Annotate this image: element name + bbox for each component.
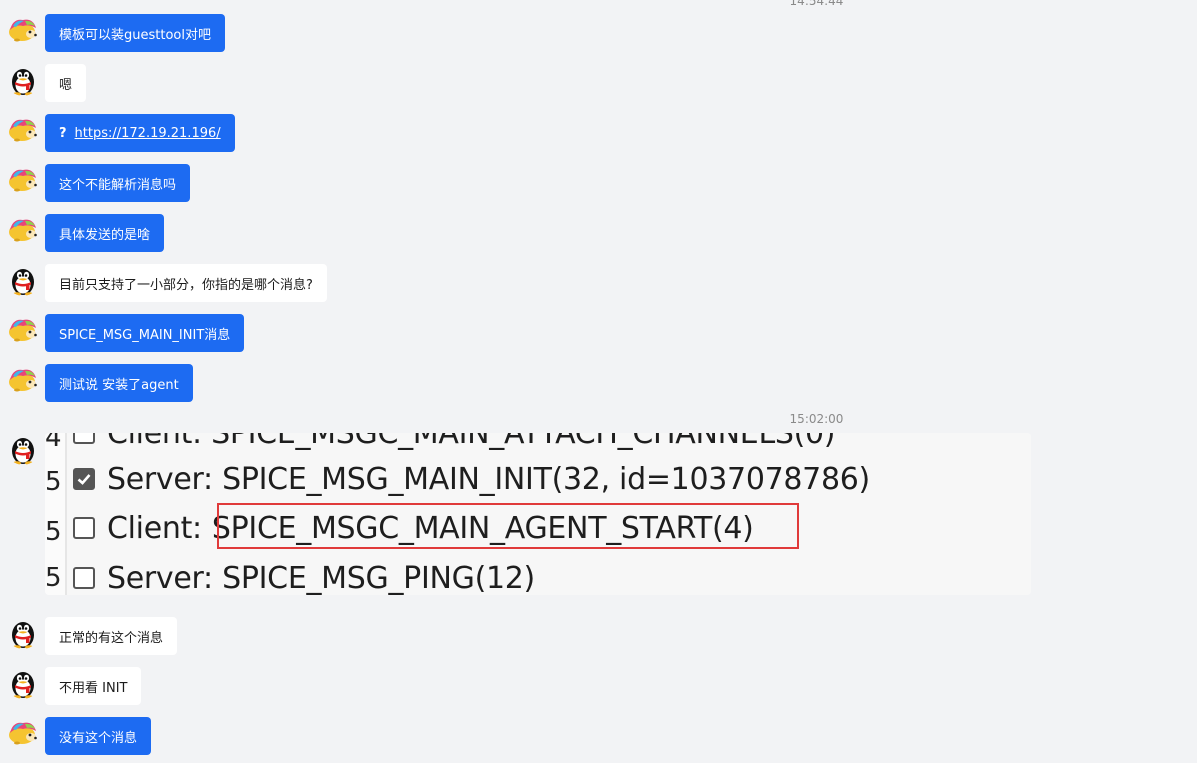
message-link[interactable]: https://172.19.21.196/: [75, 126, 221, 141]
penguin-avatar-icon[interactable]: [7, 667, 39, 699]
gutter-digit: 5: [45, 517, 62, 547]
hedgehog-avatar-icon[interactable]: [7, 164, 39, 196]
chat-history[interactable]: 14:54:44 模板可以装guesttool对吧 嗯 ? https://17…: [0, 0, 1197, 763]
line-number-gutter: 4 5 5 5: [45, 433, 65, 595]
timestamp: 14:54:44: [789, 0, 844, 8]
penguin-avatar-icon[interactable]: [7, 617, 39, 649]
message-bubble: ? https://172.19.21.196/: [45, 114, 235, 152]
log-line-label: Client:: [107, 510, 202, 546]
timestamp: 15:02:00: [789, 412, 844, 426]
screenshot-image[interactable]: 4 5 5 5 Client: SPICE_MSGC_MAIN_ATTACH_C…: [45, 433, 1031, 595]
message-bubble: 测试说 安装了agent: [45, 364, 193, 402]
message-bubble: 具体发送的是啥: [45, 214, 165, 252]
message-bubble: 正常的有这个消息: [45, 617, 178, 655]
gutter-digit: 5: [45, 467, 62, 497]
log-line: Client: SPICE_MSGC_MAIN_ATTACH_CHANNELS(…: [73, 433, 836, 453]
penguin-avatar-icon[interactable]: [7, 64, 39, 96]
checkbox-unchecked-icon: [73, 567, 95, 589]
hedgehog-avatar-icon[interactable]: [7, 717, 39, 749]
checkbox-checked-icon: [73, 468, 95, 490]
hedgehog-avatar-icon[interactable]: [7, 364, 39, 396]
message-bubble: 没有这个消息: [45, 717, 152, 755]
log-line: Server: SPICE_MSG_PING(12): [73, 558, 535, 595]
hedgehog-avatar-icon[interactable]: [7, 14, 39, 46]
log-panel: Client: SPICE_MSGC_MAIN_ATTACH_CHANNELS(…: [65, 433, 1031, 595]
penguin-avatar-icon[interactable]: [7, 264, 39, 296]
log-line-text: Client: SPICE_MSGC_MAIN_ATTACH_CHANNELS(…: [107, 433, 836, 451]
highlight-box: [217, 503, 799, 549]
message-bubble: 模板可以装guesttool对吧: [45, 14, 225, 52]
penguin-avatar-icon[interactable]: [7, 433, 39, 465]
message-bubble: 目前只支持了一小部分，你指的是哪个消息?: [45, 264, 327, 302]
checkbox-unchecked-icon: [73, 433, 95, 444]
message-bubble: 嗯: [45, 64, 87, 102]
hedgehog-avatar-icon[interactable]: [7, 114, 39, 146]
checkbox-unchecked-icon: [73, 517, 95, 539]
message-bubble: SPICE_MSG_MAIN_INIT消息: [45, 314, 245, 352]
gutter-digit: 4: [45, 433, 62, 453]
message-prefix: ?: [59, 125, 67, 141]
message-bubble: 这个不能解析消息吗: [45, 164, 191, 202]
log-line-text: Server: SPICE_MSG_PING(12): [107, 560, 535, 596]
gutter-digit: 5: [45, 563, 62, 593]
log-line: Server: SPICE_MSG_MAIN_INIT(32, id=10370…: [73, 459, 870, 499]
hedgehog-avatar-icon[interactable]: [7, 314, 39, 346]
message-bubble: 不用看 INIT: [45, 667, 142, 705]
log-line-text: Server: SPICE_MSG_MAIN_INIT(32, id=10370…: [107, 461, 870, 497]
hedgehog-avatar-icon[interactable]: [7, 214, 39, 246]
